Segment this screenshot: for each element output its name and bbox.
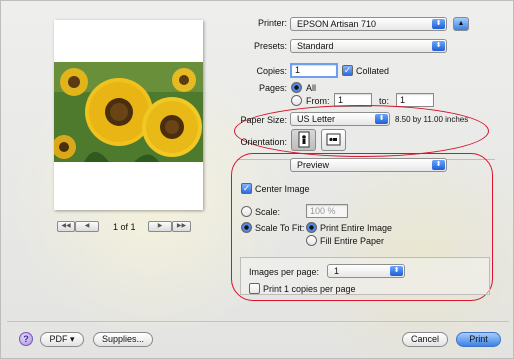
pages-from-radio[interactable] bbox=[291, 95, 302, 106]
copies-input[interactable]: 1 bbox=[290, 63, 338, 78]
scale-to-fit-label: Scale To Fit: bbox=[255, 223, 305, 233]
landscape-orientation-button[interactable] bbox=[321, 129, 346, 151]
center-image-checkbox[interactable]: ✓ bbox=[241, 183, 252, 194]
scale-label: Scale: bbox=[255, 207, 281, 217]
scale-radio[interactable] bbox=[241, 206, 252, 217]
print-entire-image-label: Print Entire Image bbox=[320, 223, 393, 233]
print-entire-image-radio[interactable] bbox=[306, 222, 317, 233]
fill-entire-paper-radio[interactable] bbox=[306, 235, 317, 246]
next-page-button[interactable]: ▶ bbox=[148, 221, 172, 232]
page-count-label: 1 of 1 bbox=[113, 222, 136, 232]
help-icon[interactable]: ? bbox=[19, 332, 33, 346]
images-per-page-value: 1 bbox=[334, 266, 340, 276]
portrait-orientation-button[interactable] bbox=[291, 129, 316, 151]
select-arrows-icon: ⬍ bbox=[432, 19, 445, 29]
scale-input[interactable]: 100 % bbox=[306, 204, 348, 218]
sunflower-photo bbox=[54, 62, 203, 162]
presets-label: Presets: bbox=[253, 41, 287, 51]
paper-size-label: Paper Size: bbox=[240, 115, 287, 125]
print-copies-label: Print 1 copies per page bbox=[263, 284, 356, 294]
presets-select[interactable]: Standard ⬍ bbox=[290, 39, 447, 53]
select-arrows-icon: ⬍ bbox=[432, 41, 445, 51]
select-arrows-icon: ⬍ bbox=[375, 114, 388, 124]
pages-label: Pages: bbox=[258, 83, 287, 93]
print-preview-page bbox=[54, 20, 203, 210]
select-arrows-icon: ⬍ bbox=[390, 266, 403, 276]
print-button[interactable]: Print bbox=[456, 332, 501, 347]
pages-from-label: From: bbox=[306, 96, 330, 106]
copies-label: Copies: bbox=[256, 66, 287, 76]
images-per-page-select[interactable]: 1 ⬍ bbox=[327, 264, 405, 278]
pages-all-label: All bbox=[306, 83, 317, 93]
printer-expand-button[interactable]: ▲ bbox=[453, 17, 469, 31]
paper-dimensions: 8.50 by 11.00 inches bbox=[395, 115, 469, 124]
pages-all-radio[interactable] bbox=[291, 82, 302, 93]
paper-size-select[interactable]: US Letter ⬍ bbox=[290, 112, 390, 126]
printer-label: Printer: bbox=[257, 18, 287, 28]
supplies-button[interactable]: Supplies... bbox=[93, 332, 153, 347]
bottom-separator bbox=[7, 321, 509, 322]
printer-value: EPSON Artisan 710 bbox=[297, 19, 377, 29]
print-copies-checkbox[interactable] bbox=[249, 283, 260, 294]
collated-label: Collated bbox=[356, 66, 390, 76]
section-value: Preview bbox=[297, 160, 330, 170]
portrait-icon bbox=[298, 131, 309, 148]
printer-select[interactable]: EPSON Artisan 710 ⬍ bbox=[290, 17, 447, 31]
cancel-button[interactable]: Cancel bbox=[402, 332, 448, 347]
scale-to-fit-radio[interactable] bbox=[241, 222, 252, 233]
presets-value: Standard bbox=[297, 41, 334, 51]
print-dialog: ◀◀ ◀ 1 of 1 ▶ ▶▶ Printer: EPSON Artisan … bbox=[0, 0, 514, 359]
fill-entire-paper-label: Fill Entire Paper bbox=[320, 236, 385, 246]
landscape-icon bbox=[326, 133, 340, 146]
section-select[interactable]: Preview ⬍ bbox=[290, 158, 447, 172]
images-per-page-label: Images per page: bbox=[249, 267, 320, 277]
collated-checkbox[interactable]: ✓ bbox=[342, 65, 353, 76]
pages-to-input[interactable]: 1 bbox=[396, 93, 434, 107]
center-image-label: Center Image bbox=[255, 184, 310, 194]
last-page-button[interactable]: ▶▶ bbox=[172, 221, 191, 232]
orientation-label: Orientation: bbox=[240, 137, 287, 147]
paper-size-value: US Letter bbox=[297, 114, 336, 124]
first-page-button[interactable]: ◀◀ bbox=[57, 221, 75, 232]
previous-page-button[interactable]: ◀ bbox=[75, 221, 99, 232]
pdf-button[interactable]: PDF ▾ bbox=[40, 332, 84, 347]
select-arrows-icon: ⬍ bbox=[432, 160, 445, 170]
